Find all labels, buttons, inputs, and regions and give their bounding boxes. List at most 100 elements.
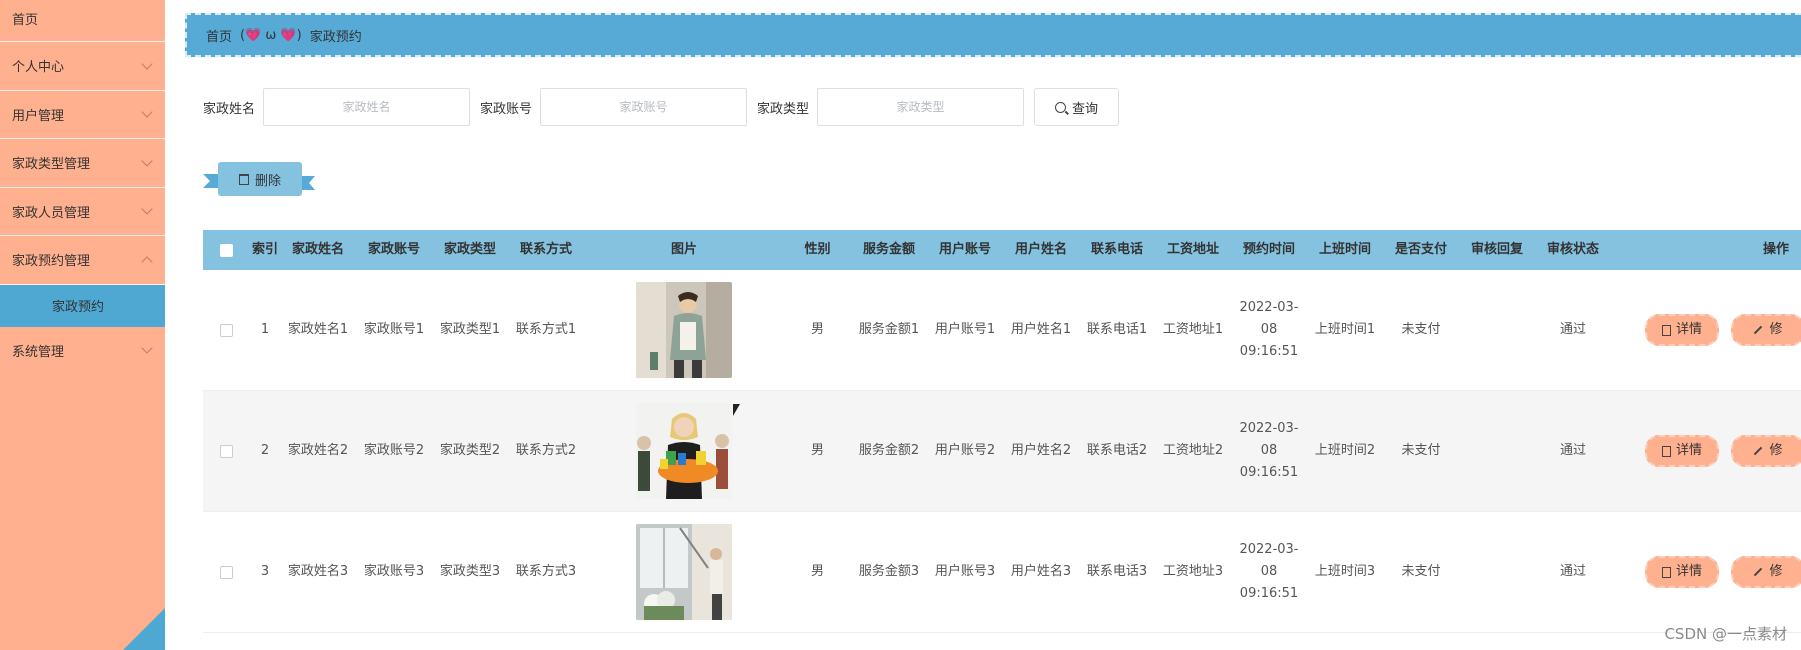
col-header: 用户账号 bbox=[938, 242, 991, 257]
cell-picture bbox=[584, 524, 784, 620]
detail-button[interactable]: 详情 bbox=[1645, 556, 1719, 588]
cell-account: 家政账号3 bbox=[363, 564, 425, 579]
cell-booking-time: 2022-03-08 09:16:51 bbox=[1239, 542, 1299, 601]
detail-label: 详情 bbox=[1675, 564, 1702, 579]
row-checkbox-cell bbox=[203, 565, 250, 579]
query-button[interactable]: 查询 bbox=[1034, 88, 1120, 126]
detail-label: 详情 bbox=[1675, 322, 1702, 337]
sidebar-item-housekeeping-type[interactable]: 家政类型管理 bbox=[0, 139, 165, 188]
account-label: 家政账号 bbox=[480, 101, 533, 117]
cell-contact: 联系方式2 bbox=[515, 443, 577, 458]
cell-index: 1 bbox=[260, 322, 270, 337]
search-icon bbox=[1055, 101, 1067, 113]
breadcrumb-current: 家政预约 bbox=[309, 29, 362, 45]
delete-button[interactable]: 删除 bbox=[218, 162, 302, 196]
col-header: 预约时间 bbox=[1242, 242, 1295, 257]
col-header: 联系方式 bbox=[519, 242, 572, 257]
header-checkbox-cell bbox=[203, 243, 250, 257]
housekeeper-photo bbox=[636, 524, 732, 620]
edit-button[interactable]: 修 bbox=[1731, 556, 1801, 588]
cell-contact: 联系方式3 bbox=[515, 564, 577, 579]
cell-account: 家政账号1 bbox=[363, 322, 425, 337]
sidebar-item-label: 家政预约管理 bbox=[12, 254, 91, 270]
trash-icon bbox=[238, 173, 249, 185]
sidebar-item-label: 系统管理 bbox=[12, 344, 65, 360]
row-checkbox[interactable] bbox=[220, 444, 233, 458]
cell-picture bbox=[584, 403, 784, 499]
row-checkbox[interactable] bbox=[220, 323, 233, 337]
cell-amount: 服务金额1 bbox=[858, 322, 920, 337]
chevron-down-icon bbox=[141, 106, 153, 118]
breadcrumb-separator: (💗 ω 💗) bbox=[240, 27, 302, 43]
account-input[interactable] bbox=[540, 88, 748, 126]
row-checkbox-cell bbox=[203, 323, 250, 337]
col-header: 图片 bbox=[670, 242, 697, 257]
col-header: 家政类型 bbox=[443, 242, 496, 257]
name-label: 家政姓名 bbox=[203, 101, 256, 117]
sidebar-corner-decoration bbox=[123, 608, 165, 650]
name-input[interactable] bbox=[263, 88, 471, 126]
sidebar-item-label: 首页 bbox=[12, 13, 39, 28]
sidebar-item-home[interactable]: 首页 bbox=[0, 0, 165, 42]
sidebar-subitem-booking[interactable]: 家政预约 bbox=[0, 284, 165, 327]
chevron-up-icon bbox=[141, 256, 153, 268]
col-header: 服务金额 bbox=[862, 242, 915, 257]
col-header: 家政姓名 bbox=[291, 242, 344, 257]
table-row: 2 家政姓名2 家政账号2 家政类型2 联系方式2 男 服务金额2 用户账号2 … bbox=[203, 391, 1801, 512]
cell-work-time: 上班时间2 bbox=[1314, 443, 1376, 458]
sidebar-item-label: 家政类型管理 bbox=[12, 157, 91, 173]
sidebar-item-system-management[interactable]: 系统管理 bbox=[0, 327, 165, 374]
edit-button[interactable]: 修 bbox=[1731, 314, 1801, 346]
select-all-checkbox[interactable] bbox=[220, 243, 233, 257]
edit-label: 修 bbox=[1769, 322, 1783, 337]
cell-phone: 联系电话3 bbox=[1086, 564, 1148, 579]
detail-label: 详情 bbox=[1675, 443, 1702, 458]
sidebar-item-label: 个人中心 bbox=[12, 60, 65, 76]
cell-account: 家政账号2 bbox=[363, 443, 425, 458]
edit-icon bbox=[1754, 446, 1763, 456]
cell-sex: 男 bbox=[810, 443, 824, 458]
col-header: 用户姓名 bbox=[1014, 242, 1067, 257]
delete-button-wrap: 删除 bbox=[203, 162, 315, 196]
edit-button[interactable]: 修 bbox=[1731, 435, 1801, 467]
sidebar-item-booking-management[interactable]: 家政预约管理 bbox=[0, 236, 165, 285]
cell-user-account: 用户账号2 bbox=[934, 443, 996, 458]
cell-type: 家政类型3 bbox=[439, 564, 501, 579]
sidebar-item-personal-center[interactable]: 个人中心 bbox=[0, 42, 165, 91]
sidebar-item-user-management[interactable]: 用户管理 bbox=[0, 91, 165, 139]
cell-picture bbox=[584, 282, 784, 378]
chevron-down-icon bbox=[141, 58, 153, 70]
col-header: 工资地址 bbox=[1166, 242, 1219, 257]
table-header: 索引 家政姓名 家政账号 家政类型 联系方式 图片 性别 服务金额 用户账号 用… bbox=[203, 230, 1801, 270]
col-header: 家政账号 bbox=[367, 242, 420, 257]
cell-paid: 未支付 bbox=[1401, 322, 1441, 337]
cell-address: 工资地址2 bbox=[1162, 443, 1224, 458]
row-checkbox[interactable] bbox=[220, 565, 233, 579]
detail-button[interactable]: 详情 bbox=[1645, 314, 1719, 346]
edit-label: 修 bbox=[1769, 443, 1783, 458]
col-header: 上班时间 bbox=[1318, 242, 1371, 257]
cell-status: 通过 bbox=[1559, 443, 1586, 458]
cell-status: 通过 bbox=[1559, 564, 1586, 579]
table-row: 3 家政姓名3 家政账号3 家政类型3 联系方式3 男 服务金额3 用户账号3 … bbox=[203, 512, 1801, 633]
col-header: 联系电话 bbox=[1090, 242, 1143, 257]
type-input[interactable] bbox=[817, 88, 1025, 126]
search-bar: 家政姓名 家政账号 家政类型 查询 bbox=[203, 88, 1120, 126]
sidebar-item-label: 家政人员管理 bbox=[12, 205, 91, 221]
breadcrumb-home[interactable]: 首页 bbox=[206, 26, 232, 45]
edit-icon bbox=[1754, 325, 1763, 335]
cell-user-account: 用户账号3 bbox=[934, 564, 996, 579]
cell-name: 家政姓名2 bbox=[287, 443, 349, 458]
watermark: CSDN @一点素材 bbox=[1664, 625, 1787, 643]
table-row: 1 家政姓名1 家政账号1 家政类型1 联系方式1 男 服务金额1 用户账号1 … bbox=[203, 270, 1801, 391]
cell-ops: 详情 修 bbox=[1611, 435, 1801, 467]
cell-user-name: 用户姓名1 bbox=[1010, 322, 1072, 337]
detail-button[interactable]: 详情 bbox=[1645, 435, 1719, 467]
mouse-cursor bbox=[733, 404, 740, 416]
sidebar-item-housekeeping-staff[interactable]: 家政人员管理 bbox=[0, 188, 165, 236]
cell-user-account: 用户账号1 bbox=[934, 322, 996, 337]
cell-phone: 联系电话1 bbox=[1086, 322, 1148, 337]
cell-amount: 服务金额3 bbox=[858, 564, 920, 579]
cell-amount: 服务金额2 bbox=[858, 443, 920, 458]
cell-index: 2 bbox=[260, 443, 270, 458]
